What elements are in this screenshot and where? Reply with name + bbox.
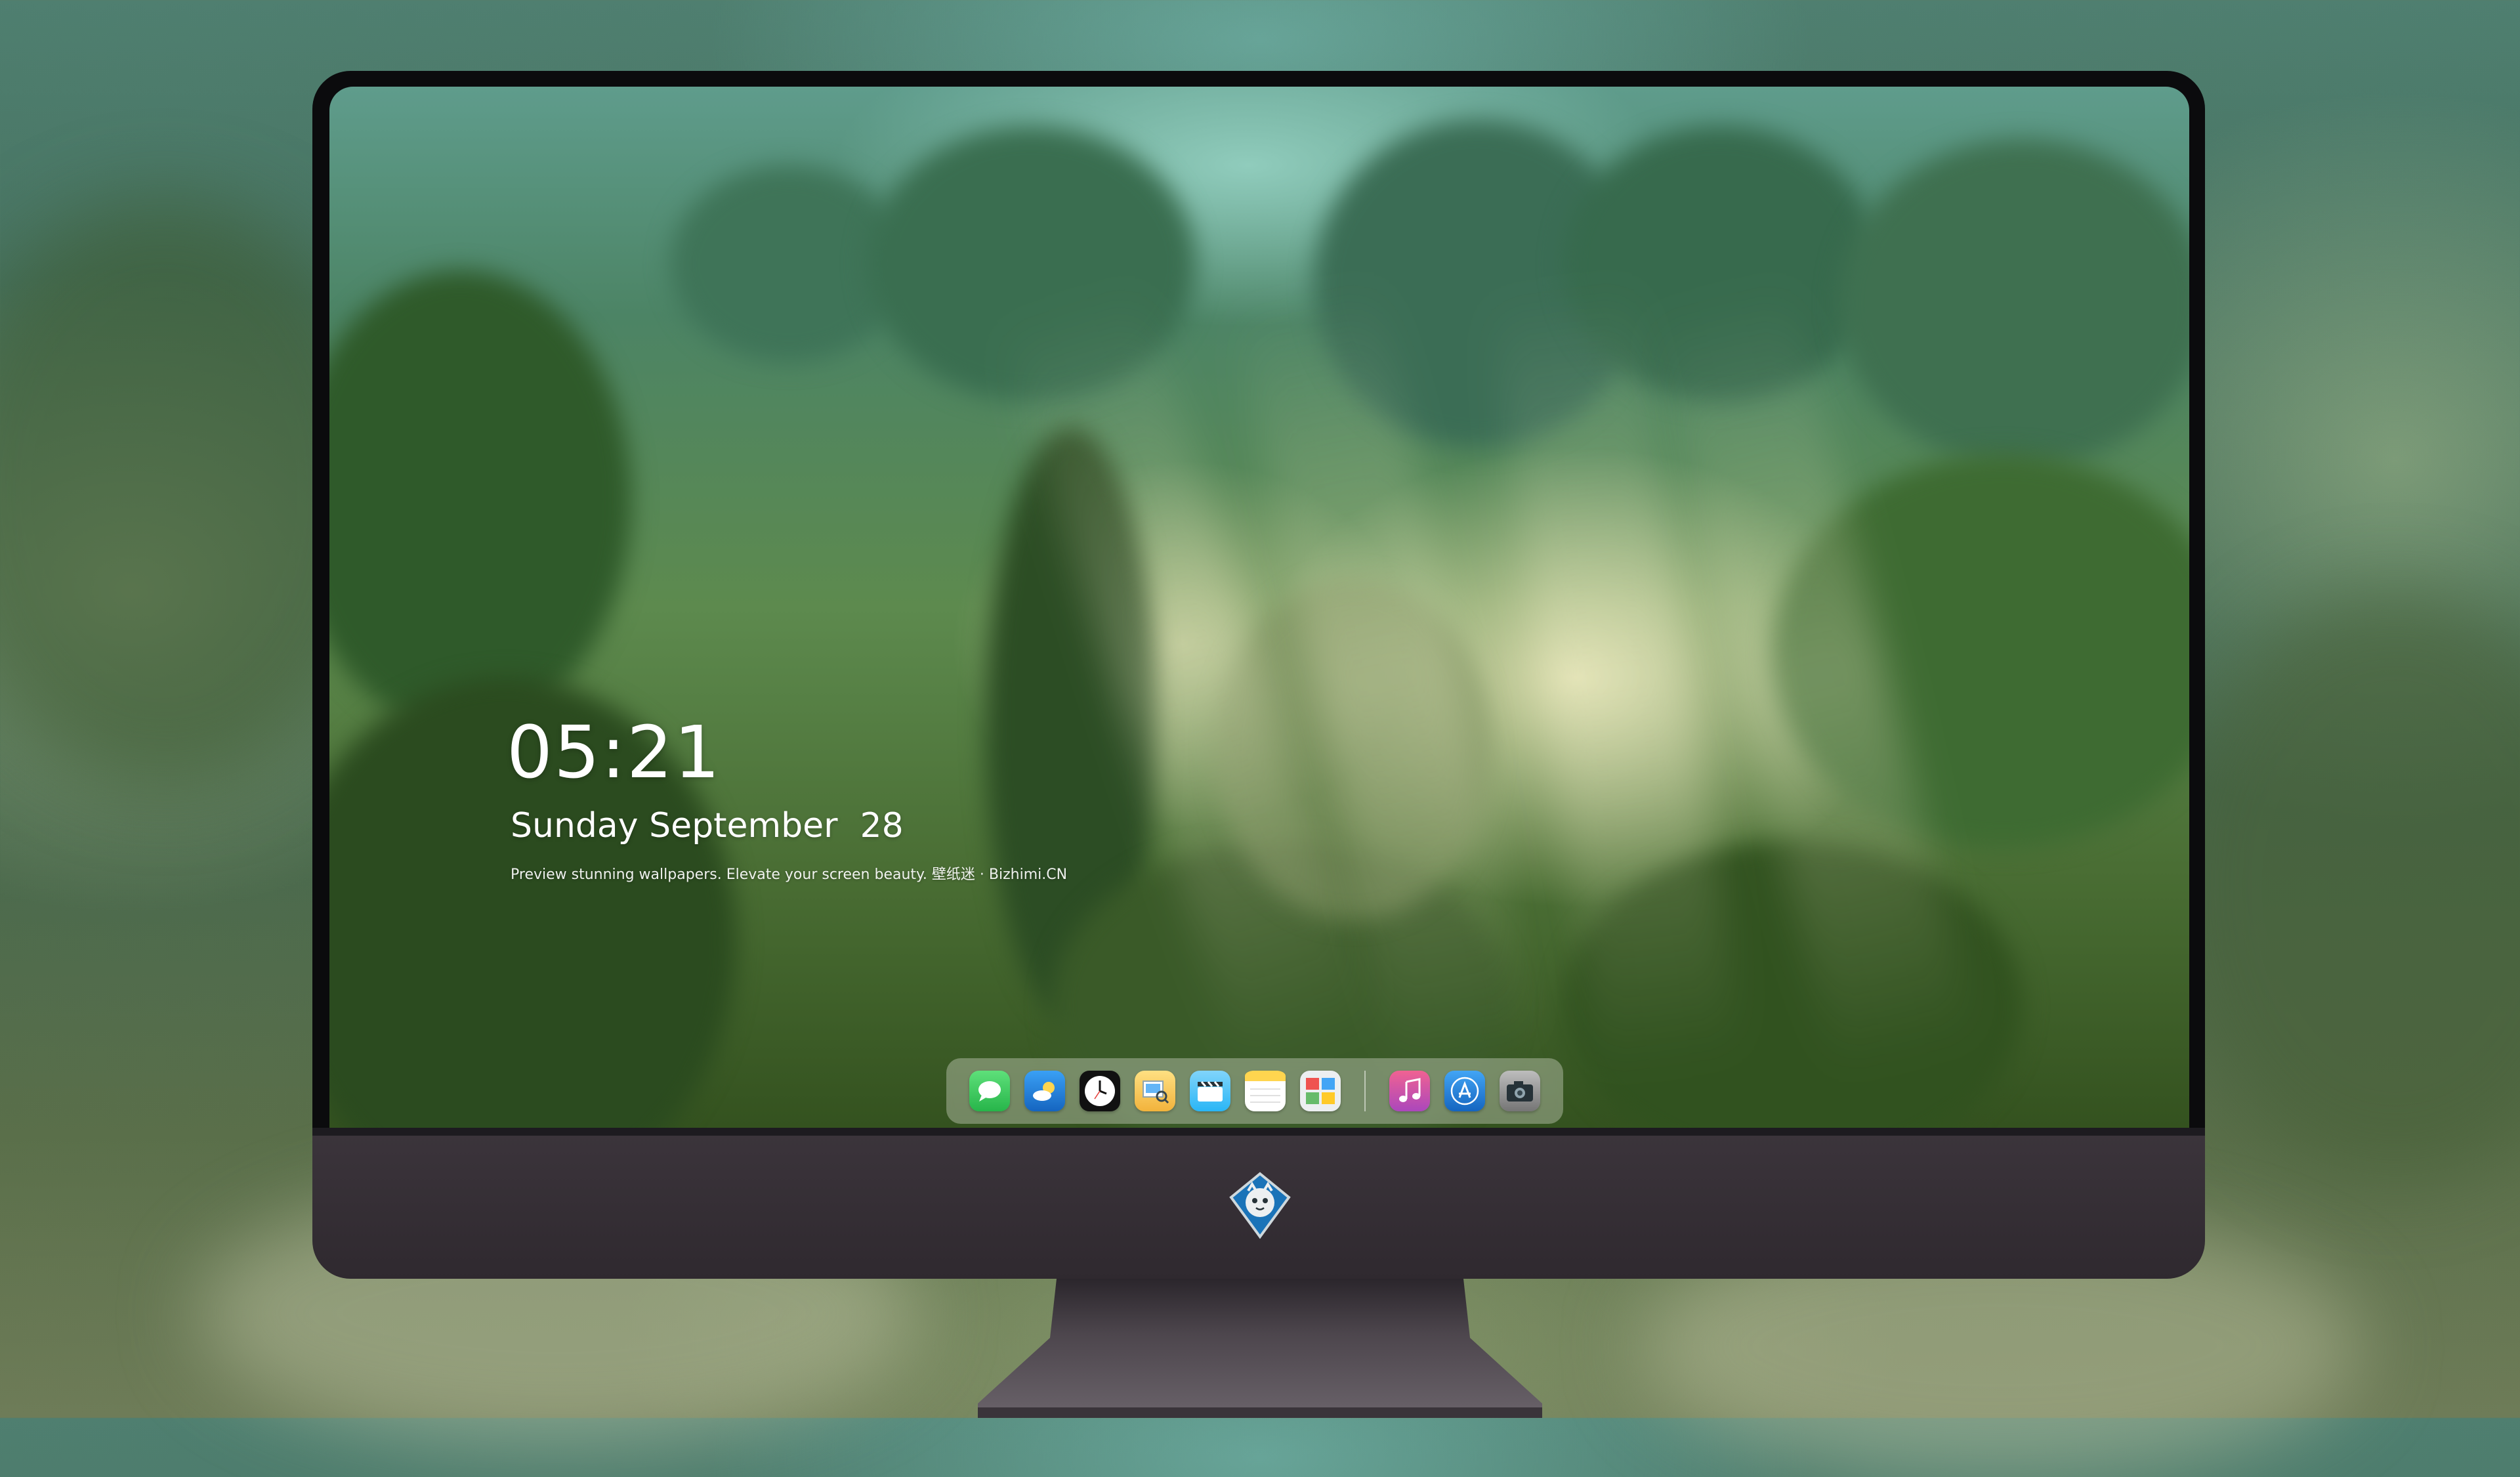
music-icon[interactable] <box>1389 1071 1430 1111</box>
notes-icon[interactable] <box>1245 1071 1286 1111</box>
brand-logo-icon <box>1226 1171 1294 1239</box>
monitor-stand <box>978 1279 1542 1418</box>
preview-icon[interactable] <box>1135 1071 1175 1111</box>
wallpaper-tree <box>329 270 631 730</box>
date-day: 28 <box>860 806 904 846</box>
monitor-screen: 05:21 Sunday September 28 Preview stunni… <box>329 87 2189 1128</box>
messages-icon[interactable] <box>969 1071 1010 1111</box>
background-foliage-right <box>2166 591 2520 1182</box>
camera-icon[interactable] <box>1500 1071 1540 1111</box>
lock-screen-clock: 05:21 <box>507 710 722 794</box>
date-weekday-month: Sunday September <box>511 806 838 846</box>
lock-screen-date: Sunday September 28 <box>511 806 904 846</box>
weather-icon[interactable] <box>1024 1071 1065 1111</box>
photo-booth-icon[interactable] <box>1300 1071 1341 1111</box>
wallpaper-tagline: Preview stunning wallpapers. Elevate you… <box>511 867 1068 883</box>
dock <box>946 1058 1563 1124</box>
wallpaper-tree <box>1839 139 2189 467</box>
clips-icon[interactable] <box>1190 1071 1230 1111</box>
dock-separator <box>1364 1071 1366 1111</box>
clock-icon[interactable] <box>1080 1071 1120 1111</box>
app-store-icon[interactable] <box>1444 1071 1485 1111</box>
